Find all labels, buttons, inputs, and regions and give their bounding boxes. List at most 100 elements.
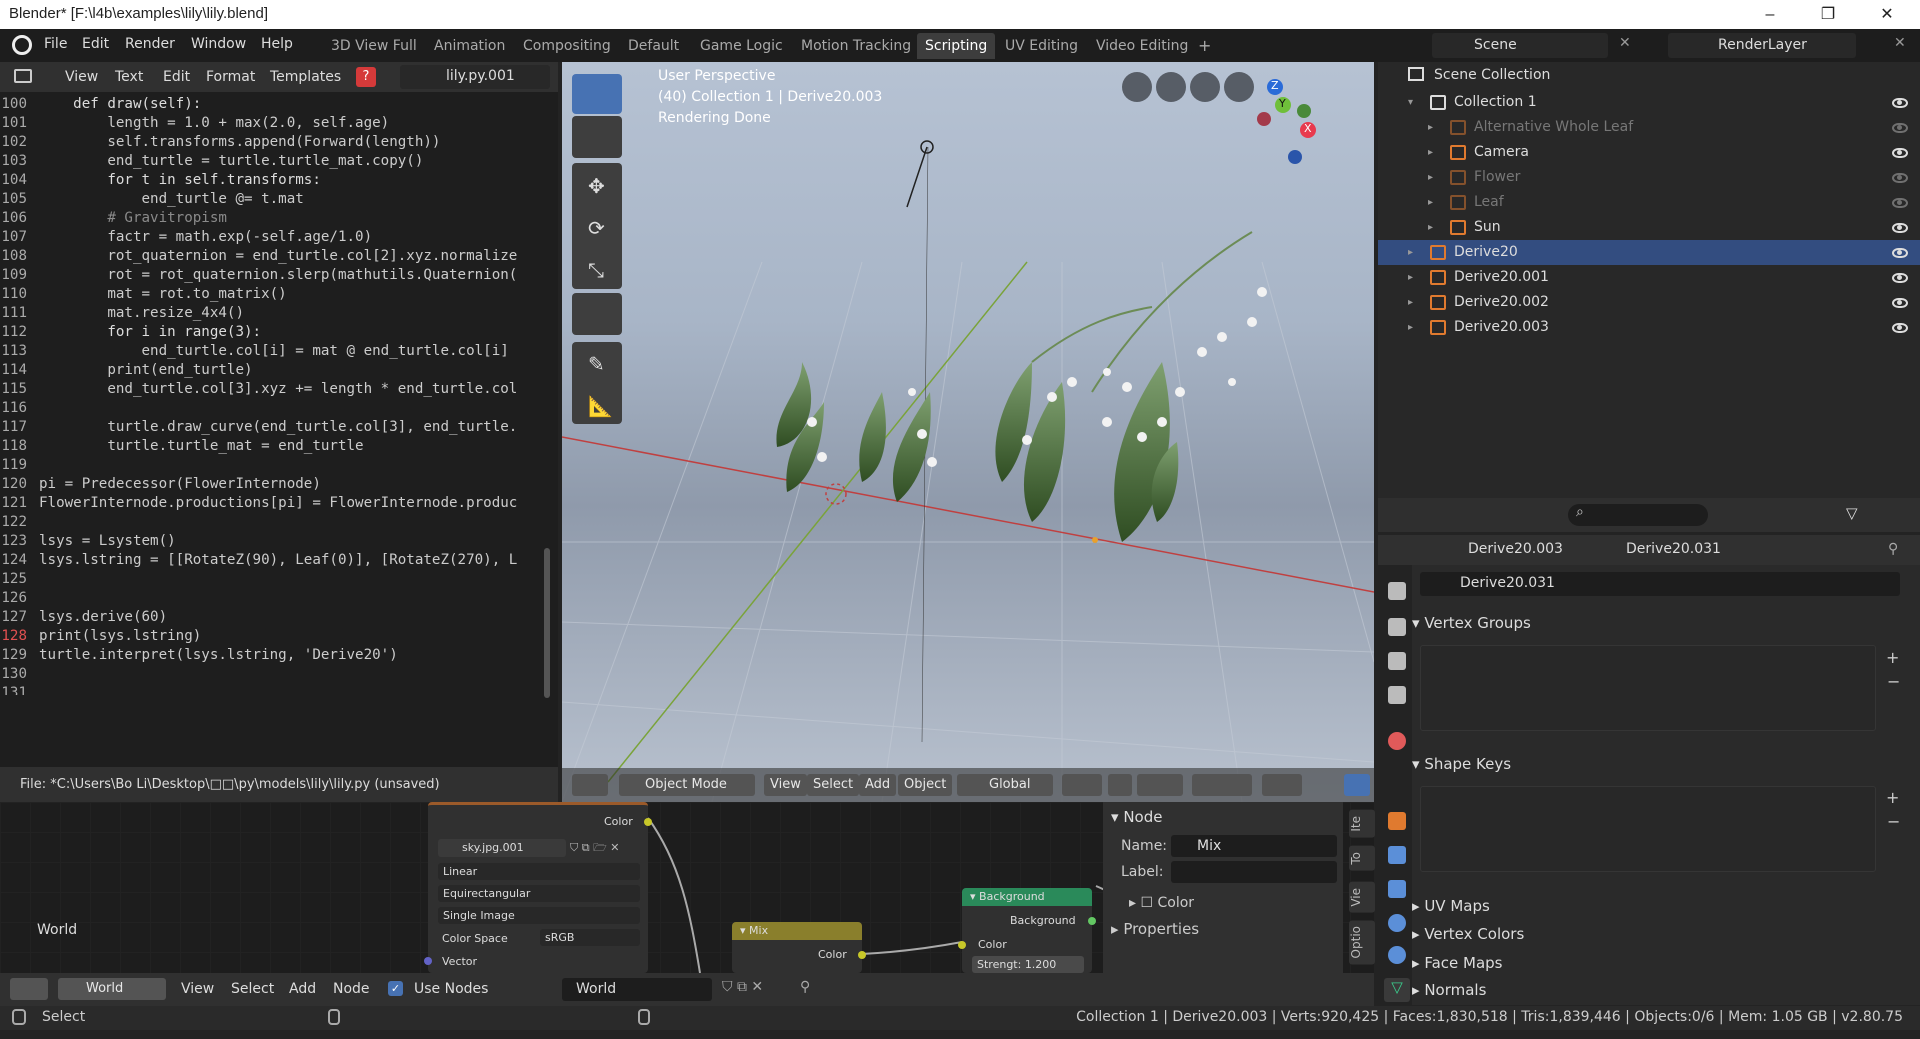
code-line[interactable]: 107 factr = math.exp(-self.age/1.0) — [0, 228, 545, 247]
code-line[interactable]: 104 for t in self.transforms: — [0, 171, 545, 190]
filter-icon[interactable]: ▽ — [1846, 504, 1858, 522]
code-line[interactable]: 130 — [0, 665, 545, 684]
mesh-datablock-field[interactable]: Derive20.031 — [1420, 572, 1900, 596]
viewport-menu-object[interactable]: Object — [898, 774, 953, 796]
node-menu-add[interactable]: Add — [289, 981, 316, 997]
tab-video-editing[interactable]: Video Editing — [1088, 33, 1196, 59]
node-editor[interactable]: World Color sky.jpg.001 ⛉ ⧉ 🗁 ✕ Linear E… — [0, 802, 1375, 973]
sidebar-tab-item[interactable]: Ite — [1349, 810, 1375, 838]
code-line[interactable]: 106 # Gravitropism — [0, 209, 545, 228]
node-panel-title[interactable]: ▾ Node — [1111, 808, 1162, 826]
tool-tab-icon[interactable] — [1388, 582, 1406, 600]
use-nodes-checkbox[interactable]: ✓ — [388, 981, 403, 996]
shape-key-remove-icon[interactable]: − — [1887, 812, 1900, 831]
close-button[interactable]: ✕ — [1864, 2, 1910, 28]
code-line[interactable]: 100 def draw(self): — [0, 95, 545, 114]
tab-uv-editing[interactable]: UV Editing — [997, 33, 1086, 59]
viewport-menu-select[interactable]: Select — [807, 774, 860, 796]
source-dropdown[interactable]: Single Image — [438, 907, 640, 924]
section-shape-keys[interactable]: ▾ Shape Keys — [1412, 751, 1892, 777]
code-line[interactable]: 110 mat = rot.to_matrix() — [0, 285, 545, 304]
node-menu-select[interactable]: Select — [231, 981, 274, 997]
output-tab-icon[interactable] — [1388, 652, 1406, 670]
physics-tab-icon[interactable] — [1388, 914, 1406, 932]
expand-arrow-icon[interactable]: ▸ — [1428, 165, 1433, 190]
outliner-item[interactable]: ▸ Alternative Whole Leaf — [1378, 115, 1920, 140]
visibility-eye-icon[interactable] — [1892, 248, 1908, 258]
3d-viewport[interactable]: User Perspective (40) Collection 1 | Der… — [562, 62, 1374, 802]
strength-field[interactable]: Strengt: 1.200 — [972, 956, 1084, 973]
outliner-item[interactable]: ▸ Sun — [1378, 215, 1920, 240]
editor-type-icon[interactable] — [14, 69, 32, 83]
outliner-item[interactable]: ▸ Derive20 — [1378, 240, 1920, 265]
outliner-item[interactable]: ▸ Camera — [1378, 140, 1920, 165]
code-line[interactable]: 114 print(end_turtle) — [0, 361, 545, 380]
expand-arrow-icon[interactable]: ▸ — [1408, 265, 1413, 290]
pivot-point-icon[interactable] — [1062, 774, 1102, 796]
menu-edit[interactable]: Edit — [82, 36, 109, 52]
menu-render[interactable]: Render — [125, 36, 175, 52]
world-datablock-icons[interactable]: ⛉ ⧉ ✕ — [722, 979, 763, 995]
mix-node-color-socket[interactable] — [858, 951, 866, 959]
expand-arrow-icon[interactable]: ▸ — [1428, 140, 1433, 165]
particles-tab-icon[interactable] — [1388, 880, 1406, 898]
code-line[interactable]: 113 end_turtle.col[i] = mat @ end_turtle… — [0, 342, 545, 361]
gizmo-neg-y[interactable] — [1297, 104, 1311, 118]
rotate-tool-icon[interactable]: ⟳ — [588, 216, 605, 240]
vertex-group-add-icon[interactable]: + — [1886, 648, 1899, 667]
code-line[interactable]: 112 for i in range(3): — [0, 323, 545, 342]
code-line[interactable]: 103 end_turtle = turtle.turtle_mat.copy(… — [0, 152, 545, 171]
object-tab-icon[interactable] — [1388, 812, 1406, 830]
transform-tool-icon[interactable] — [572, 293, 622, 335]
code-line[interactable]: 109 rot = rot_quaternion.slerp(mathutils… — [0, 266, 545, 285]
code-scrollbar[interactable] — [544, 548, 550, 698]
constraints-tab-icon[interactable] — [1388, 946, 1406, 964]
visibility-eye-icon[interactable] — [1892, 98, 1908, 108]
node-properties-panel[interactable]: ▸ Properties — [1111, 920, 1199, 938]
measure-tool-icon[interactable]: 📐 — [588, 394, 613, 418]
image-node-color-socket[interactable] — [644, 818, 652, 826]
section-normals[interactable]: ▸ Normals — [1412, 977, 1892, 1003]
annotate-tool-icon[interactable]: ✎ — [588, 352, 605, 376]
shape-keys-list[interactable] — [1420, 786, 1876, 872]
view-layer-selector[interactable]: RenderLayer — [1668, 33, 1856, 58]
image-node-icons[interactable]: ⛉ ⧉ 🗁 ✕ — [570, 839, 619, 858]
world-tab-icon[interactable] — [1388, 732, 1406, 750]
mix-node[interactable]: ▾ Mix Color — [732, 922, 866, 973]
add-workspace-button[interactable]: + — [1190, 33, 1219, 59]
node-label-field[interactable] — [1171, 861, 1337, 883]
camera-view-icon[interactable] — [1156, 72, 1186, 102]
text-menu-view[interactable]: View — [65, 69, 98, 85]
sidebar-tab-options[interactable]: Optio — [1349, 920, 1375, 965]
node-menu-view[interactable]: View — [181, 981, 214, 997]
visibility-eye-icon[interactable] — [1892, 148, 1908, 158]
text-menu-edit[interactable]: Edit — [163, 69, 190, 85]
vertex-group-remove-icon[interactable]: − — [1887, 672, 1900, 691]
snap-target-icon[interactable] — [1137, 774, 1183, 796]
expand-arrow-icon[interactable]: ▸ — [1428, 190, 1433, 215]
scene-close-icon[interactable]: ✕ — [1619, 35, 1631, 51]
projection-dropdown[interactable]: Equirectangular — [438, 885, 640, 902]
move-tool-icon[interactable]: ✥ — [588, 174, 605, 198]
code-line[interactable]: 108 rot_quaternion = end_turtle.col[2].x… — [0, 247, 545, 266]
code-line[interactable]: 131 — [0, 684, 545, 695]
code-line[interactable]: 122 — [0, 513, 545, 532]
node-name-field[interactable]: Mix — [1171, 835, 1337, 857]
code-line[interactable]: 115 end_turtle.col[3].xyz += length * en… — [0, 380, 545, 399]
pan-hand-icon[interactable] — [1190, 72, 1220, 102]
scene-selector[interactable]: Scene — [1432, 33, 1608, 58]
sidebar-tab-view[interactable]: Vie — [1349, 882, 1375, 913]
text-datablock-field[interactable]: lily.py.001 — [400, 65, 550, 89]
menu-file[interactable]: File — [44, 36, 67, 52]
code-line[interactable]: 124 lsys.lstring = [[RotateZ(90), Leaf(0)… — [0, 551, 545, 570]
tab-default[interactable]: Default — [620, 33, 687, 59]
code-line[interactable]: 105 end_turtle @= t.mat — [0, 190, 545, 209]
expand-arrow-icon[interactable]: ▾ — [1408, 90, 1413, 115]
code-line[interactable]: 102 self.transforms.append(Forward(lengt… — [0, 133, 545, 152]
background-output-socket[interactable] — [1088, 917, 1096, 925]
blender-logo-icon[interactable] — [12, 35, 32, 55]
scale-tool-icon[interactable]: ⤡ — [588, 258, 604, 282]
pin-icon[interactable]: ⚲ — [1888, 541, 1898, 557]
gizmo-toggle-icon[interactable] — [1344, 774, 1370, 796]
code-line[interactable]: 101 length = 1.0 + max(2.0, self.age) — [0, 114, 545, 133]
